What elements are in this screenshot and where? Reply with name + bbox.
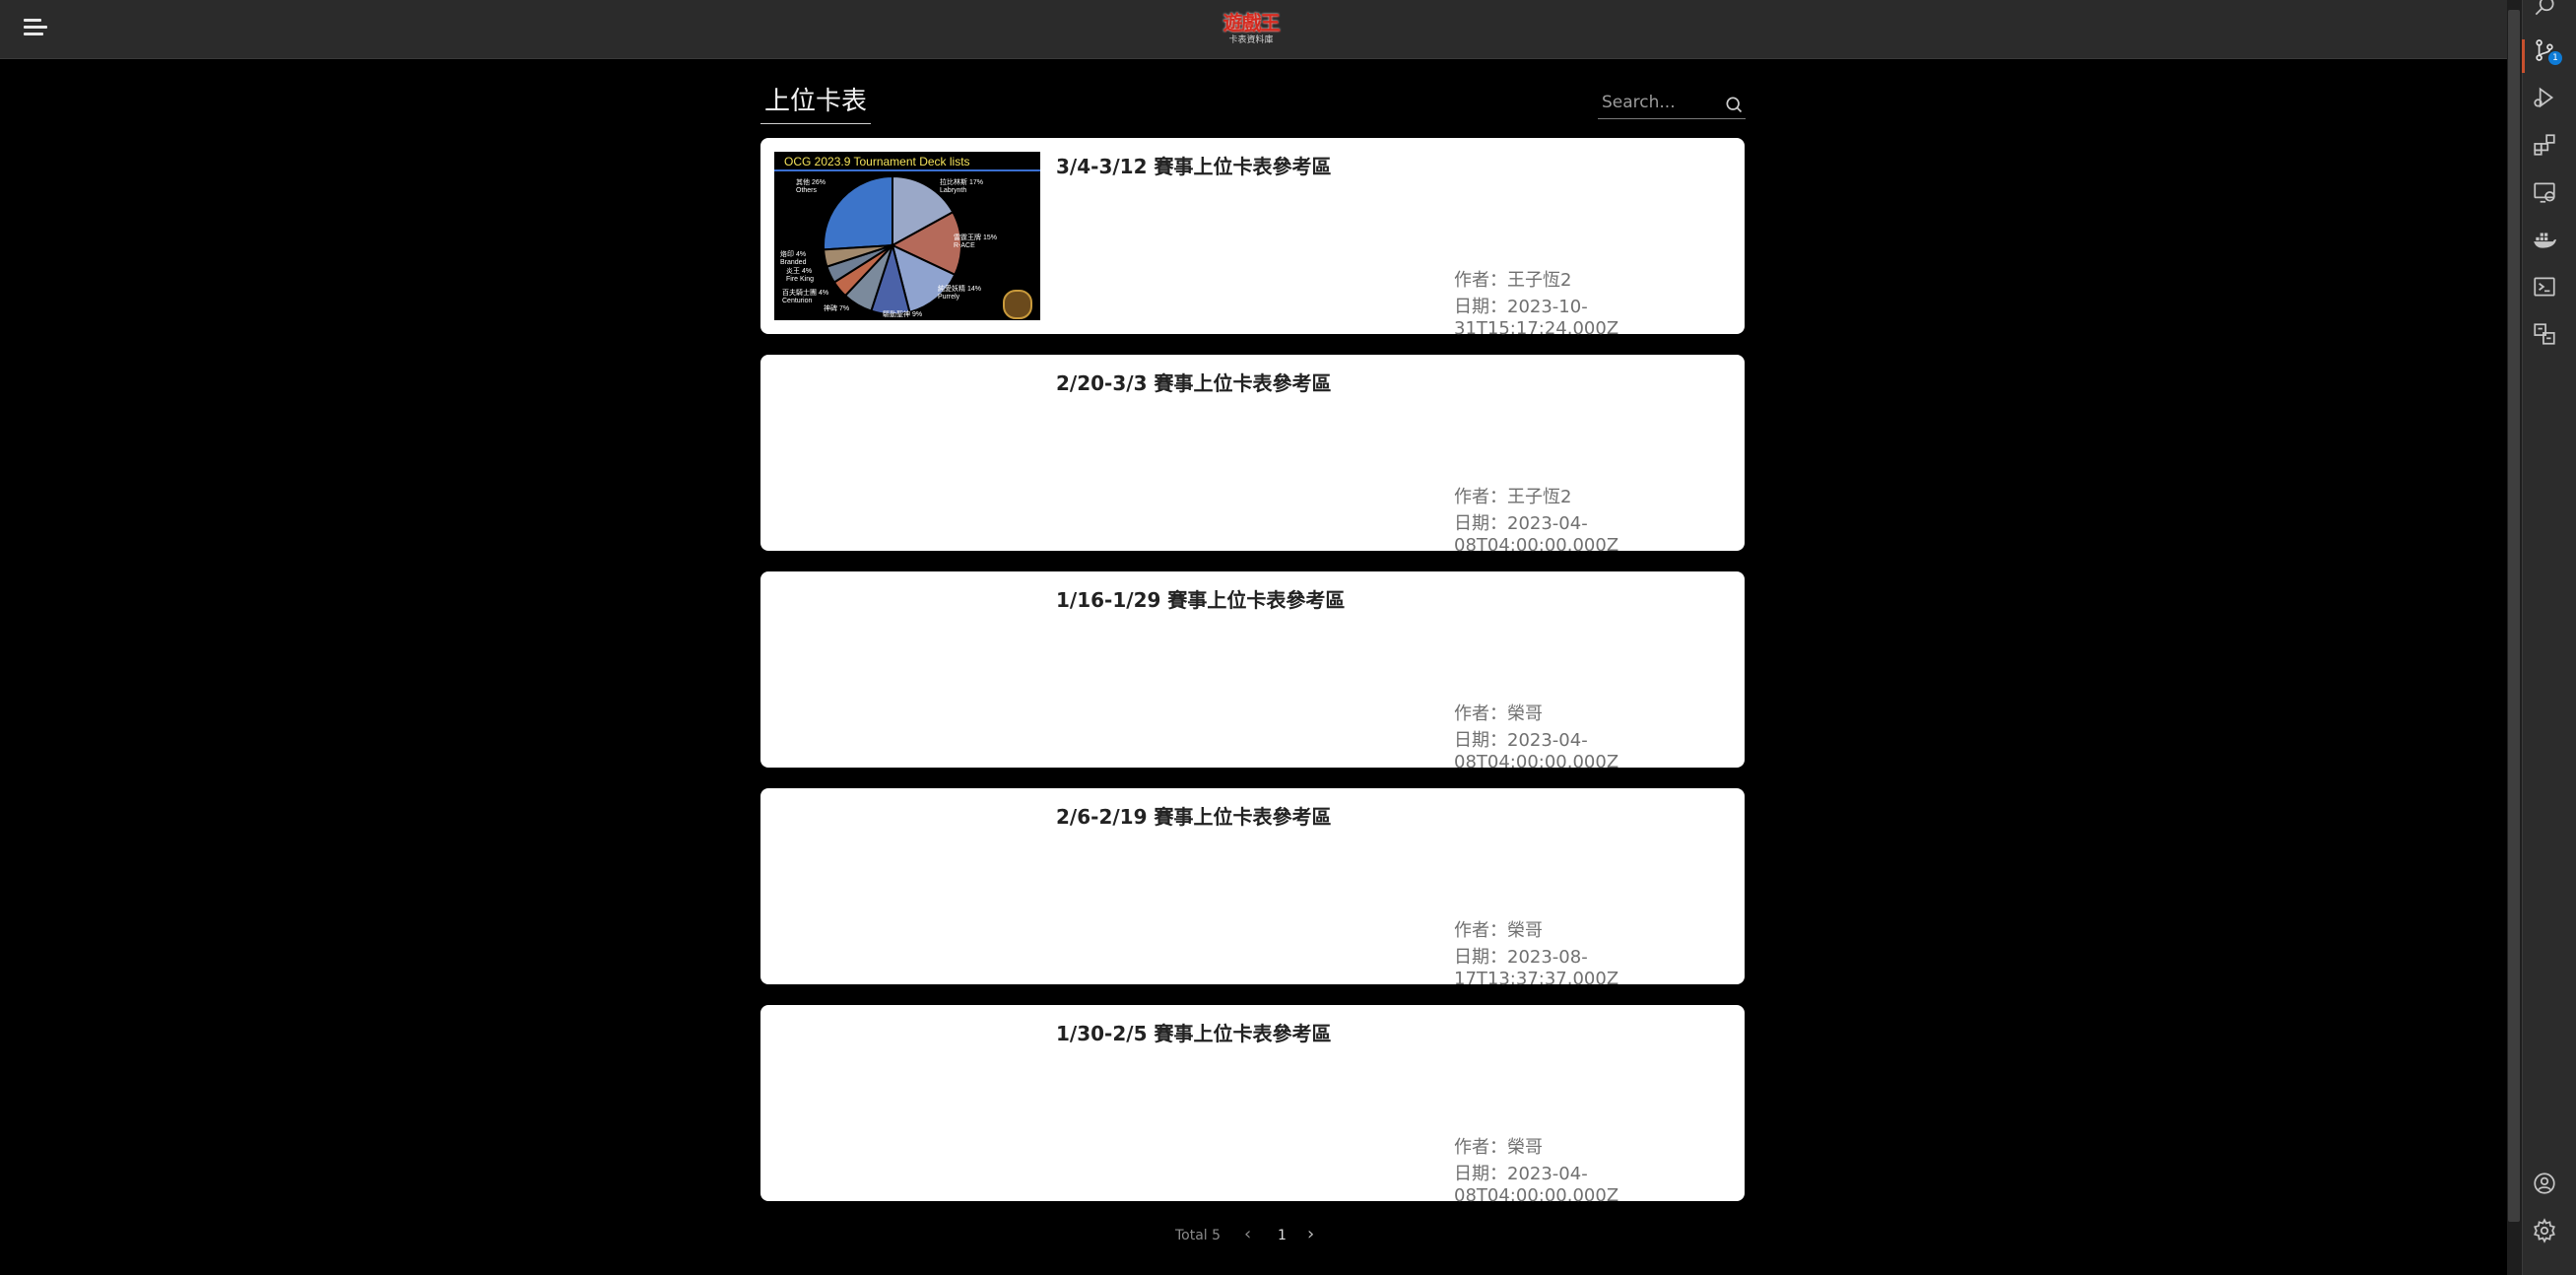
top-header: 遊戲王 卡表資料庫 xyxy=(0,0,2507,59)
pagination-total: Total 5 xyxy=(1175,1228,1222,1243)
next-page-icon[interactable]: › xyxy=(1307,1224,1314,1244)
logo-subtext: 卡表資料庫 xyxy=(1228,34,1274,45)
pie-label-tearlaments: 神碑 7% xyxy=(824,305,850,312)
scrollbar-thumb[interactable] xyxy=(2508,10,2520,1222)
pie-slice-0 xyxy=(823,174,893,251)
pie-label-purrely: 純愛妖精 14% Purrely xyxy=(938,286,981,301)
source-control-badge: 1 xyxy=(2548,51,2562,65)
hamburger-menu-icon[interactable] xyxy=(24,17,47,40)
post-card[interactable]: OCG 2023.9 Tournament Deck lists 其他 26% … xyxy=(760,138,1745,339)
prev-page-icon[interactable]: ‹ xyxy=(1244,1224,1251,1244)
post-author: 作者：王子恆2 xyxy=(1454,270,1572,291)
account-icon[interactable] xyxy=(2530,1169,2559,1198)
docker-icon[interactable] xyxy=(2530,225,2559,254)
run-debug-icon[interactable] xyxy=(2530,83,2559,112)
post-author: 作者：王子恆2 xyxy=(1454,487,1572,507)
settings-gear-icon[interactable] xyxy=(2530,1216,2559,1245)
post-card[interactable]: 2/6-2/19 賽事上位卡表參考區 作者：榮哥 日期：2023-08-17T1… xyxy=(760,788,1745,989)
post-card[interactable]: 1/30-2/5 賽事上位卡表參考區 作者：榮哥 日期：2023-04-08T0… xyxy=(760,1005,1745,1206)
search-input[interactable] xyxy=(1598,89,1719,116)
search-icon[interactable] xyxy=(2530,0,2559,22)
post-author: 作者：榮哥 xyxy=(1454,704,1543,724)
translate-icon[interactable] xyxy=(2530,319,2559,349)
pie-label-branded: 烙印 4% Branded xyxy=(780,251,807,266)
post-title[interactable]: 2/6-2/19 賽事上位卡表參考區 xyxy=(1056,801,1331,830)
search-icon[interactable] xyxy=(1724,95,1744,114)
pie-label-fire-king: 炎王 4% Fire King xyxy=(786,268,815,283)
site-logo[interactable]: 遊戲王 卡表資料庫 xyxy=(1212,6,1290,51)
post-date: 日期：2023-04-08T04:00:00.000Z xyxy=(1454,730,1619,772)
post-date: 日期：2023-08-17T13:37:37.000Z xyxy=(1454,947,1619,989)
post-date: 日期：2023-04-08T04:00:00.000Z xyxy=(1454,513,1619,556)
post-author: 作者：榮哥 xyxy=(1454,1137,1543,1158)
post-date: 日期：2023-04-08T04:00:00.000Z xyxy=(1454,1164,1619,1206)
pie-label-race: 雷霆王牌 15% R-ACE xyxy=(954,235,997,249)
post-title[interactable]: 1/30-2/5 賽事上位卡表參考區 xyxy=(1056,1018,1331,1046)
mascot-logo xyxy=(1003,290,1032,319)
remote-explorer-icon[interactable] xyxy=(2530,177,2559,207)
post-title[interactable]: 2/20-3/3 賽事上位卡表參考區 xyxy=(1056,368,1331,396)
pie-label-centurion: 百夫騎士團 4% Centurion xyxy=(782,290,829,304)
active-indicator xyxy=(2522,39,2525,73)
terminal-icon[interactable] xyxy=(2530,272,2559,302)
pie-label-others: 其他 26% Others xyxy=(796,179,826,194)
post-card[interactable]: 1/16-1/29 賽事上位卡表參考區 作者：榮哥 日期：2023-04-08T… xyxy=(760,571,1745,772)
post-thumbnail: OCG 2023.9 Tournament Deck lists 其他 26% … xyxy=(774,152,1040,320)
post-title[interactable]: 3/4-3/12 賽事上位卡表參考區 xyxy=(1056,151,1331,179)
post-author: 作者：榮哥 xyxy=(1454,920,1543,941)
extensions-icon[interactable] xyxy=(2530,130,2559,160)
page-number-current[interactable]: 1 xyxy=(1278,1228,1287,1247)
page-title: 上位卡表 xyxy=(760,81,872,124)
post-card[interactable]: 2/20-3/3 賽事上位卡表參考區 作者：王子恆2 日期：2023-04-08… xyxy=(760,355,1745,556)
pie-label-labrynth: 拉比林斯 17% Labrynth xyxy=(940,179,983,194)
post-date: 日期：2023-10-31T15:17:24.000Z xyxy=(1454,297,1619,339)
post-title[interactable]: 1/16-1/29 賽事上位卡表參考區 xyxy=(1056,584,1345,613)
search-box[interactable] xyxy=(1598,89,1746,119)
logo-text: 遊戲王 xyxy=(1222,10,1281,34)
pie-label-9pct: 驅動聖神 9% xyxy=(883,311,923,318)
